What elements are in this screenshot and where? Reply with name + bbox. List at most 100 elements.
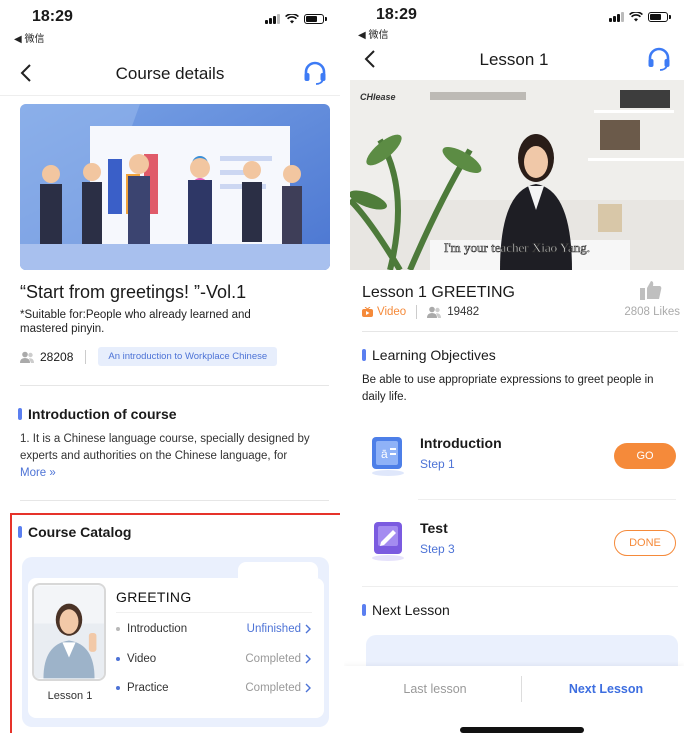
lesson-type: Video [377, 306, 407, 318]
section-divider [20, 500, 329, 501]
step-number: Step 1 [420, 457, 455, 471]
status-time: 18:29 [32, 8, 73, 25]
course-tag[interactable]: An introduction to Workplace Chinese [98, 347, 278, 366]
view-count: 19482 [447, 306, 480, 318]
video-logo: CHIease [360, 92, 396, 102]
lesson-label: Lesson 1 [47, 690, 93, 702]
back-to-app-link[interactable]: ◀ 微信 [14, 30, 44, 45]
page-title: Lesson 1 [479, 50, 549, 69]
nav-divider [0, 95, 340, 96]
headset-support-icon[interactable] [646, 46, 672, 72]
section-marker [362, 604, 366, 616]
intro-heading: Introduction of course [18, 406, 177, 422]
stat-divider [85, 349, 87, 364]
wifi-icon [629, 12, 643, 22]
nav-bar: Course details [0, 52, 340, 98]
system-icons [609, 12, 671, 22]
system-icons [265, 14, 327, 24]
like-count: 2808 Likes [624, 306, 680, 318]
wifi-icon [285, 14, 299, 24]
catalog-row-status: Unfinished [247, 623, 312, 635]
next-lesson-button[interactable]: Next Lesson [521, 682, 684, 696]
book-icon: ā [372, 437, 404, 476]
status-dot [116, 686, 120, 690]
section-marker [18, 526, 22, 538]
battery-icon [304, 14, 327, 24]
step-number: Step 3 [420, 542, 455, 556]
page-title: Course details [115, 64, 225, 83]
go-button[interactable]: GO [614, 443, 676, 469]
step-introduction[interactable]: ā Introduction Step 1 GO [364, 425, 680, 485]
section-marker [362, 349, 366, 361]
battery-icon [648, 12, 671, 22]
catalog-row-name: Introduction [127, 623, 188, 635]
course-stats: 28208 An introduction to Workplace Chine… [20, 347, 278, 366]
catalog-heading: Course Catalog [18, 524, 131, 540]
chevron-right-icon [305, 624, 311, 634]
more-link[interactable]: More » [20, 467, 56, 479]
section-divider [362, 331, 678, 332]
catalog-heading-text: Course Catalog [28, 524, 132, 540]
objectives-text: Be able to use appropriate expressions t… [362, 374, 654, 403]
objectives-heading-text: Learning Objectives [372, 347, 496, 363]
status-text: Unfinished [246, 623, 301, 635]
step-title: Introduction [420, 435, 502, 451]
chevron-right-icon [305, 683, 311, 693]
status-dot [116, 627, 120, 631]
card-tab-decoration [238, 562, 318, 578]
chevron-right-icon [305, 654, 311, 664]
status-text: Completed [245, 682, 301, 694]
last-lesson-button[interactable]: Last lesson [350, 682, 520, 696]
step-divider [418, 499, 676, 500]
viewers-icon [427, 306, 442, 318]
lesson-title: Lesson 1 GREETING [362, 284, 515, 301]
signal-icon [609, 12, 624, 22]
catalog-row-introduction[interactable]: Introduction Unfinished [116, 619, 312, 639]
status-bar: 18:29 ◀ 微信 [0, 0, 340, 48]
bottom-action-bar: Last lesson Next Lesson [344, 666, 684, 733]
course-details-screen: 18:29 ◀ 微信 Course details “Start from gr… [0, 0, 340, 733]
status-time: 18:29 [376, 6, 417, 23]
lesson-video-player[interactable]: CHIease I'm your teacher Xiao Yang. [350, 80, 684, 270]
like-thumb-icon[interactable] [640, 280, 662, 300]
section-divider [362, 586, 678, 587]
step-title: Test [420, 520, 448, 536]
video-type-icon [362, 307, 373, 317]
catalog-row-name: Video [127, 653, 157, 665]
section-divider [20, 385, 329, 386]
lesson-meta: Video 19482 [362, 305, 479, 319]
learners-count: 28208 [40, 349, 74, 364]
video-caption: I'm your teacher Xiao Yang. [444, 240, 590, 255]
lesson-title: GREETING [116, 589, 192, 605]
lesson-screen: 18:29 ◀ 微信 Lesson 1 CHIease I'm your tea… [344, 0, 684, 733]
intro-body: 1. It is a Chinese language course, spec… [20, 433, 310, 462]
signal-icon [265, 14, 280, 24]
row-divider [116, 612, 312, 613]
catalog-row-practice[interactable]: Practice Completed [116, 678, 312, 698]
test-pencil-icon [372, 522, 404, 561]
next-lesson-heading: Next Lesson [362, 602, 450, 618]
catalog-row-status: Completed [245, 653, 312, 665]
course-banner-image [20, 104, 330, 270]
home-indicator [460, 727, 584, 733]
headset-support-icon[interactable] [302, 60, 328, 86]
status-text: Completed [245, 653, 301, 665]
nav-bar: Lesson 1 [344, 38, 684, 84]
done-button[interactable]: DONE [614, 530, 676, 556]
learners-icon [20, 351, 34, 363]
section-marker [18, 408, 22, 420]
catalog-row-status: Completed [245, 682, 312, 694]
catalog-row-video[interactable]: Video Completed [116, 649, 312, 669]
next-lesson-heading-text: Next Lesson [372, 602, 450, 618]
intro-heading-text: Introduction of course [28, 406, 177, 422]
course-suitability: *Suitable for:People who already learned… [20, 309, 251, 335]
objectives-heading: Learning Objectives [362, 347, 496, 363]
course-title: “Start from greetings! ”-Vol.1 [20, 282, 247, 302]
catalog-row-name: Practice [127, 682, 169, 694]
intro-text: 1. It is a Chinese language course, spec… [20, 431, 325, 482]
step-test[interactable]: Test Step 3 DONE [364, 510, 680, 570]
svg-text:ā: ā [381, 447, 388, 461]
meta-divider [416, 305, 418, 319]
lesson-thumbnail[interactable] [32, 583, 106, 681]
status-dot [116, 657, 120, 661]
